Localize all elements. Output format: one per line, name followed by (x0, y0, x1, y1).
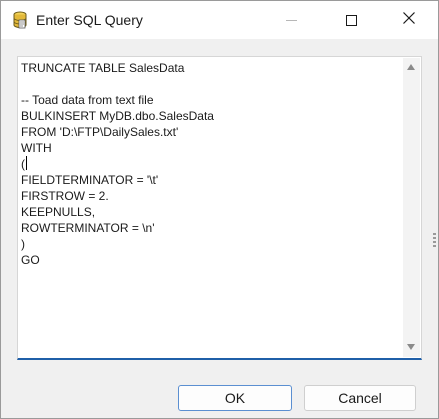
window-title: Enter SQL Query (36, 12, 143, 28)
title-bar[interactable]: Enter SQL Query (1, 1, 438, 39)
minimize-icon (285, 19, 297, 21)
sql-query-textarea[interactable]: TRUNCATE TABLE SalesData -- Toad data fro… (17, 56, 422, 360)
query-line (21, 76, 396, 92)
text-caret (26, 156, 27, 170)
query-line: GO (21, 253, 40, 267)
query-line: TRUNCATE TABLE SalesData (21, 61, 185, 75)
maximize-icon (345, 14, 357, 26)
scroll-up-arrow-icon[interactable] (407, 64, 415, 70)
maximize-button[interactable] (328, 1, 374, 39)
query-line: FIELDTERMINATOR = '\t' (21, 173, 159, 187)
vertical-scrollbar[interactable] (403, 58, 420, 357)
close-icon (403, 11, 415, 29)
sql-query-text: TRUNCATE TABLE SalesData -- Toad data fro… (21, 60, 396, 268)
query-line: -- Toad data from text file (21, 93, 154, 107)
query-line: ROWTERMINATOR = \n' (21, 221, 155, 235)
query-line: KEEPNULLS, (21, 205, 96, 219)
query-line: FROM 'D:\FTP\DailySales.txt' (21, 125, 179, 139)
query-line: FIRSTROW = 2. (21, 189, 109, 203)
cancel-button[interactable]: Cancel (304, 385, 416, 411)
ok-button[interactable]: OK (178, 385, 292, 411)
query-line: ( (21, 157, 25, 171)
resize-grip[interactable] (433, 233, 436, 247)
query-line: ) (21, 237, 25, 251)
query-line: WITH (21, 141, 52, 155)
sql-query-dialog: Enter SQL Query TRUNCATE TABLE SalesData… (0, 0, 439, 419)
database-icon (12, 11, 28, 29)
minimize-button[interactable] (268, 1, 314, 39)
query-line: BULKINSERT MyDB.dbo.SalesData (21, 109, 214, 123)
close-button[interactable] (386, 1, 432, 39)
scroll-down-arrow-icon[interactable] (407, 344, 415, 350)
